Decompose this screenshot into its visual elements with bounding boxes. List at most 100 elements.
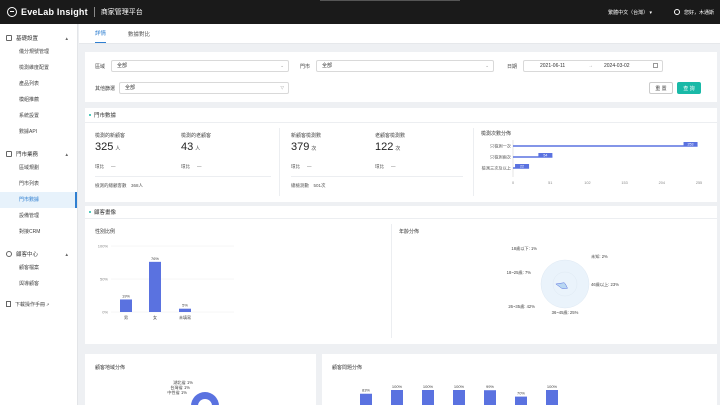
freq-x-tick: 102 (584, 181, 590, 185)
store-select[interactable]: 全部 ⌄ (316, 60, 494, 72)
metric-label: 新顧客檢測數 (291, 133, 322, 139)
brand-name: EveLab Insight (21, 7, 88, 17)
gender-y-tick: 100% (98, 244, 109, 249)
region-select[interactable]: 全部 ⌄ (111, 60, 289, 72)
divider (473, 128, 474, 196)
page-tabs: 詳情 數據對比 (79, 24, 720, 44)
ratio-label: 環比 (95, 164, 104, 169)
region-distribution-card: 顧客地域分佈 湖北省 1% 台灣省 1% 中性省 1% (85, 354, 316, 405)
age-label: 18歲以下: 1% (511, 245, 537, 252)
metric-value: 325 人 (95, 141, 120, 153)
chevron-up-icon: ▲ (64, 151, 69, 157)
date-end[interactable]: 2024-03-02 (604, 61, 630, 71)
sidebar-item[interactable]: 對接CRM (0, 224, 77, 240)
skin-bar (360, 393, 372, 405)
other-filter-select[interactable]: 全部 ▽ (119, 82, 289, 94)
sidebar-item-active[interactable]: 門市數據 (0, 192, 77, 208)
date-range-picker[interactable]: 2021-06-11 → 2024-03-02 (523, 60, 663, 72)
skin-bar (453, 390, 465, 405)
ratio-label: 環比 (181, 164, 190, 169)
customer-profile-title: 顧客畫像 (89, 208, 116, 216)
region-label: 區域 (95, 64, 106, 70)
divider (279, 128, 280, 196)
divider (291, 176, 463, 177)
chevron-up-icon: ▲ (64, 251, 69, 257)
skin-value-label: 99% (486, 384, 494, 389)
sidebar-item[interactable]: 產品列表 (0, 76, 77, 92)
sidebar-group-basic[interactable]: 基礎設置 ▲ (0, 32, 77, 44)
metric-unit: 次 (311, 146, 317, 152)
chevron-down-icon: ⌄ (280, 63, 284, 68)
user-avatar-icon[interactable] (673, 9, 680, 15)
sidebar-group-label: 顧客中心 (16, 252, 39, 258)
metric-number: 379 (291, 141, 310, 153)
metric-value: 379 次 (291, 141, 316, 153)
skin-bar (515, 396, 527, 405)
sidebar-group-label: 基礎設置 (16, 36, 39, 42)
gender-value-label: 19% (122, 293, 130, 298)
brand-divider (93, 7, 95, 17)
gender-value-label: 5% (182, 303, 188, 308)
freq-x-tick: 204 (659, 181, 665, 185)
gender-value-label: 76% (151, 256, 159, 261)
gender-category-label: 男 (124, 315, 128, 320)
age-label: 18~25歲: 7% (507, 269, 532, 276)
gender-y-tick: 50% (100, 277, 108, 282)
skin-value-label: 100% (392, 384, 403, 389)
sidebar-item[interactable]: 系統設置 (0, 108, 77, 124)
sidebar-group-customer[interactable]: 顧客中心 ▲ (0, 248, 77, 260)
freq-value-label: 54 (543, 153, 547, 157)
sidebar-item[interactable]: 檢測維度配置 (0, 60, 77, 76)
brand-logo[interactable]: EveLab Insight 商家管理平台 (7, 7, 143, 17)
language-switch[interactable]: 繁體中文（台灣） ▾ (608, 9, 652, 16)
top-scroll-indicator (320, 0, 460, 1)
age-chart-title: 年齡分佈 (399, 229, 420, 235)
user-greeting[interactable]: 您好，木通斯 (684, 9, 714, 16)
sidebar-item[interactable]: 設備管理 (0, 208, 77, 224)
metric-number: 122 (375, 141, 394, 153)
gender-bar (179, 308, 191, 312)
sidebar-group-store[interactable]: 門市業務 ▲ (0, 148, 77, 160)
metric-label: 檢測的新顧客 (95, 133, 126, 139)
skin-problem-chart: 83% 100% 100% 100% 99% 70% 100% (360, 384, 558, 405)
gender-bar (149, 261, 161, 312)
freq-value-label: 22 (520, 164, 524, 168)
skin-value-label: 100% (423, 384, 434, 389)
skin-chart-title: 顧客問題分佈 (332, 365, 363, 371)
date-start[interactable]: 2021-06-11 (540, 61, 565, 71)
freq-x-tick: 153 (621, 181, 627, 185)
sidebar-item[interactable]: 顧客檔案 (0, 260, 77, 276)
freq-chart-title: 檢測次數分佈 (481, 131, 512, 137)
ratio-value: — (307, 164, 312, 169)
age-distribution-chart: 18歲以下: 1% 未知: 2% 46歲以上: 23% 36~45歲: 25% 26~3… (507, 245, 620, 316)
freq-category-label: 檢測三次及以上 (482, 165, 511, 172)
age-label: 未知: 2% (591, 253, 608, 260)
sidebar-item[interactable]: 門市列表 (0, 176, 77, 192)
sidebar-item[interactable]: 區域規劃 (0, 160, 77, 176)
customer-profile-title-text: 顧客畫像 (94, 210, 117, 216)
freq-x-tick: 51 (548, 181, 552, 185)
chevron-up-icon: ▲ (64, 35, 69, 41)
reset-button[interactable]: 重 置 (649, 82, 673, 94)
settings-icon (6, 35, 12, 41)
divider (95, 176, 271, 177)
divider (391, 224, 392, 338)
gender-y-tick: 0% (102, 310, 108, 315)
skin-value-label: 100% (547, 384, 558, 389)
tab-detail[interactable]: 詳情 (95, 29, 107, 43)
sidebar-item[interactable]: 模組推薦 (0, 92, 77, 108)
download-manual-link[interactable]: 下載操作手冊 ↗ (0, 298, 77, 310)
skin-problem-card: 顧客問題分佈 83% 100% 100% 100% 99% 70% 100% (322, 354, 717, 405)
metric-unit: 次 (395, 146, 401, 152)
sidebar-item[interactable]: 數據API (0, 124, 77, 140)
sidebar-item[interactable]: 與導顧客 (0, 276, 77, 292)
sidebar-item[interactable]: 儀分規號管理 (0, 44, 77, 60)
skin-bar (484, 390, 496, 405)
download-manual-label: 下載操作手冊 (15, 301, 46, 308)
divider (85, 122, 717, 123)
tab-compare[interactable]: 數據對比 (128, 30, 150, 43)
platform-name: 商家管理平台 (100, 9, 143, 16)
query-button[interactable]: 查 詢 (677, 82, 701, 94)
freq-category-label: 只檢測一次 (490, 143, 512, 150)
language-label: 繁體中文（台灣） (608, 9, 649, 16)
